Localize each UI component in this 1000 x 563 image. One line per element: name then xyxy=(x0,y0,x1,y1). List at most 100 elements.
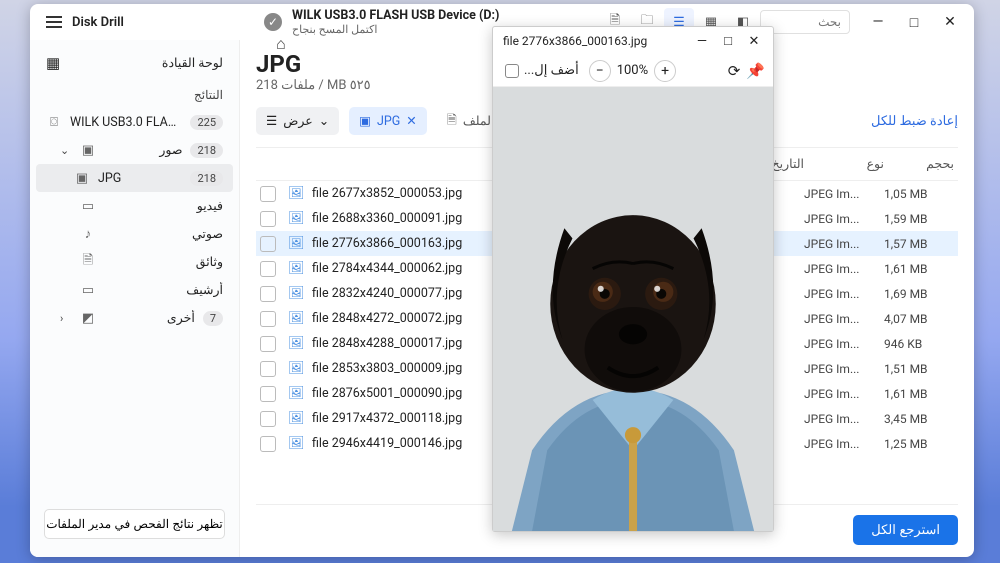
pin-icon[interactable]: 📌 xyxy=(746,62,765,80)
reset-all-link[interactable]: إعادة ضبط للكل xyxy=(871,114,958,129)
file-type: JPEG Im... xyxy=(804,187,884,201)
file-size: 1,59 MB xyxy=(884,212,954,226)
drive-icon: ⌼ xyxy=(46,115,62,130)
file-icon: 🖼 xyxy=(288,311,304,326)
file-size: 1,05 MB xyxy=(884,187,954,201)
col-type[interactable]: نوع xyxy=(804,156,884,172)
preview-title: file 2776x3866_000163.jpg xyxy=(499,34,689,48)
other-icon: ◩ xyxy=(80,311,96,326)
image-icon: ▣ xyxy=(359,113,371,129)
menu-icon[interactable] xyxy=(46,16,62,28)
close-button[interactable]: ✕ xyxy=(932,8,968,36)
file-icon: 🖼 xyxy=(288,361,304,376)
add-to-label: ...أضف إل xyxy=(524,63,579,78)
image-icon: ▣ xyxy=(80,143,96,158)
preview-maximize-button[interactable]: □ xyxy=(715,33,741,49)
file-type: JPEG Im... xyxy=(804,337,884,351)
filter-view-pill[interactable]: ☰ عرض ⌄ xyxy=(256,107,339,135)
row-checkbox[interactable] xyxy=(260,236,276,252)
zoom-out-button[interactable]: − xyxy=(589,60,611,82)
file-type: JPEG Im... xyxy=(804,312,884,326)
docs-tree-item[interactable]: 🗎 وثائق xyxy=(36,248,233,276)
zoom-in-button[interactable]: + xyxy=(654,60,676,82)
device-tree-label: WILK USB3.0 FLASH USB... xyxy=(70,115,182,130)
device-name: WILK USB3.0 FLASH USB Device (D:) xyxy=(292,8,499,23)
row-checkbox[interactable] xyxy=(260,311,276,327)
row-checkbox[interactable] xyxy=(260,186,276,202)
file-icon: 🖼 xyxy=(288,336,304,351)
other-tree-item[interactable]: › ◩ أخرى 7 xyxy=(36,304,233,332)
zoom-level: 100% xyxy=(617,63,648,78)
images-label: صور xyxy=(104,142,182,158)
chevron-down-icon: ⌄ xyxy=(319,113,329,129)
archive-tree-item[interactable]: ▭ أرشيف xyxy=(36,276,233,304)
dashboard-label[interactable]: لوحة القيادة xyxy=(70,55,223,71)
file-icon: 🖼 xyxy=(288,386,304,401)
col-size[interactable]: بحجم xyxy=(884,156,954,172)
file-icon: 🖼 xyxy=(288,236,304,251)
file-size: 1,61 MB xyxy=(884,387,954,401)
preview-image xyxy=(493,87,773,531)
add-to-button[interactable]: ...أضف إل xyxy=(501,61,583,80)
page-title: JPG xyxy=(256,50,371,78)
filter-jpg-label: JPG xyxy=(377,114,400,129)
rotate-icon[interactable]: ⟳ xyxy=(728,62,741,80)
row-checkbox[interactable] xyxy=(260,361,276,377)
file-size: 1,25 MB xyxy=(884,437,954,451)
docs-label: وثائق xyxy=(104,254,223,270)
file-size: 946 KB xyxy=(884,337,954,351)
file-icon: 🖼 xyxy=(288,261,304,276)
row-checkbox[interactable] xyxy=(260,261,276,277)
close-icon[interactable]: ✕ xyxy=(406,113,416,129)
page-subtitle: ٥٢٥ MB / ملفات 218 xyxy=(256,78,371,93)
show-in-file-manager-button[interactable]: تظهر نتائج الفحص في مدير الملفات xyxy=(44,509,225,539)
video-tree-item[interactable]: ▭ فيديو xyxy=(36,192,233,220)
preview-toolbar: ...أضف إل − 100% + ⟳ 📌 xyxy=(493,55,773,87)
chevron-right-icon: › xyxy=(60,312,72,325)
recover-all-button[interactable]: استرجع الكل xyxy=(853,515,958,545)
filter-jpg-pill[interactable]: ▣ JPG ✕ xyxy=(349,107,427,135)
dashboard-icon: ▦ xyxy=(46,54,60,72)
home-icon[interactable]: ⌂ xyxy=(276,34,286,54)
audio-icon: ♪ xyxy=(80,226,96,242)
preview-minimize-button[interactable]: — xyxy=(689,34,715,49)
preview-close-button[interactable]: ✕ xyxy=(741,34,767,49)
filter-icon: ☰ xyxy=(266,113,277,129)
audio-tree-item[interactable]: ♪ صوتي xyxy=(36,220,233,248)
file-type: JPEG Im... xyxy=(804,387,884,401)
maximize-button[interactable]: □ xyxy=(896,8,932,36)
jpg-label: JPG xyxy=(98,171,182,186)
device-count-badge: 225 xyxy=(190,115,223,130)
checkbox-icon xyxy=(505,64,519,78)
device-tree-item[interactable]: ⌼ WILK USB3.0 FLASH USB... 225 xyxy=(36,108,233,136)
row-checkbox[interactable] xyxy=(260,436,276,452)
file-size: 1,61 MB xyxy=(884,262,954,276)
file-type: JPEG Im... xyxy=(804,437,884,451)
other-label: أخرى xyxy=(104,310,195,326)
minimize-button[interactable]: — xyxy=(860,8,896,36)
preview-title-bar: file 2776x3866_000163.jpg — □ ✕ xyxy=(493,27,773,55)
video-icon: ▭ xyxy=(80,199,96,214)
row-checkbox[interactable] xyxy=(260,211,276,227)
row-checkbox[interactable] xyxy=(260,336,276,352)
file-type: JPEG Im... xyxy=(804,362,884,376)
file-icon: 🖼 xyxy=(288,411,304,426)
other-count-badge: 7 xyxy=(203,311,223,326)
file-type: JPEG Im... xyxy=(804,262,884,276)
row-checkbox[interactable] xyxy=(260,286,276,302)
preview-window: file 2776x3866_000163.jpg — □ ✕ ...أضف إ… xyxy=(492,26,774,532)
jpg-tree-item[interactable]: ▣ JPG 218 xyxy=(36,164,233,192)
row-checkbox[interactable] xyxy=(260,386,276,402)
row-checkbox[interactable] xyxy=(260,411,276,427)
results-section-label: النتائج xyxy=(36,82,233,108)
file-size: 3,45 MB xyxy=(884,412,954,426)
scan-complete-icon: ✓ xyxy=(264,13,282,31)
video-label: فيديو xyxy=(104,198,223,214)
images-tree-item[interactable]: ⌄ ▣ صور 218 xyxy=(36,136,233,164)
file-type: JPEG Im... xyxy=(804,212,884,226)
document-icon: 🗎 xyxy=(80,251,96,273)
filter-view-label: عرض xyxy=(283,113,312,129)
jpg-icon: ▣ xyxy=(74,171,90,186)
chevron-down-icon: ⌄ xyxy=(60,144,72,157)
file-type: JPEG Im... xyxy=(804,412,884,426)
